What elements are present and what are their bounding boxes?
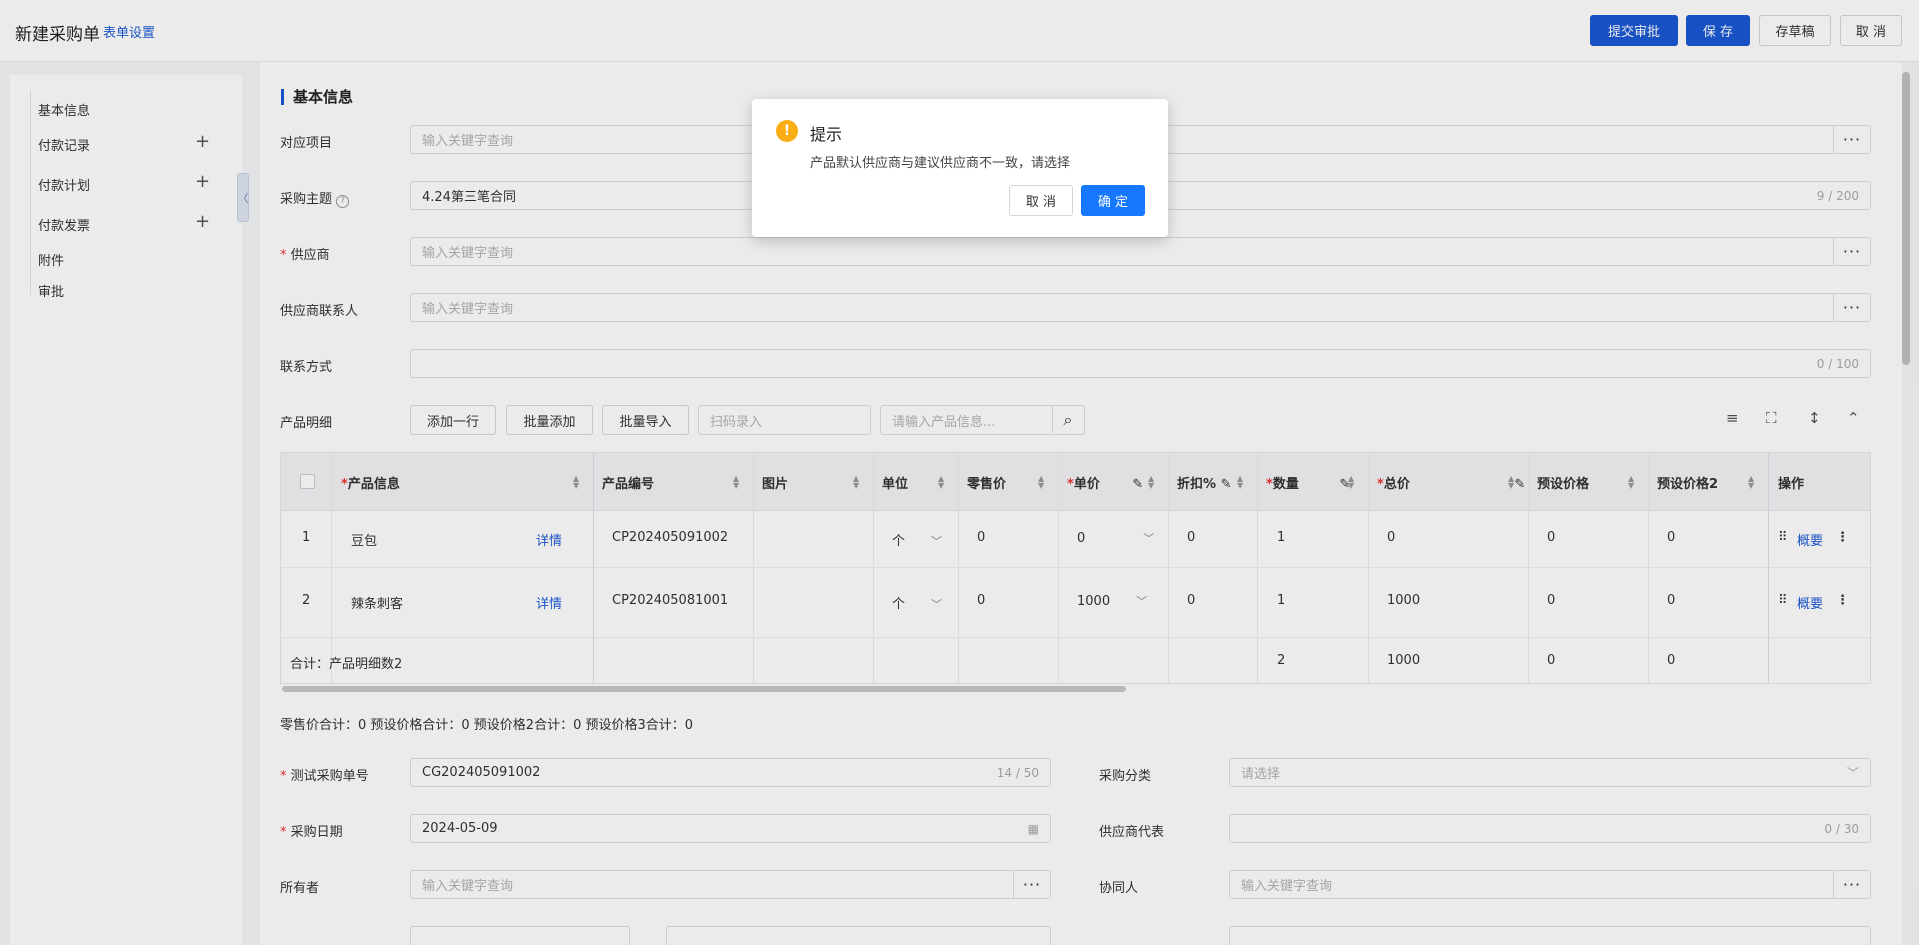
dialog-message: 产品默认供应商与建议供应商不一致，请选择 [810,156,1071,171]
warning-icon: ! [776,120,798,142]
dialog-confirm-button[interactable]: 确 定 [1081,185,1145,216]
alert-dialog: ! 提示 产品默认供应商与建议供应商不一致，请选择 取 消 确 定 [752,99,1168,237]
dialog-cancel-button[interactable]: 取 消 [1009,185,1073,216]
dialog-title: 提示 [810,125,843,144]
